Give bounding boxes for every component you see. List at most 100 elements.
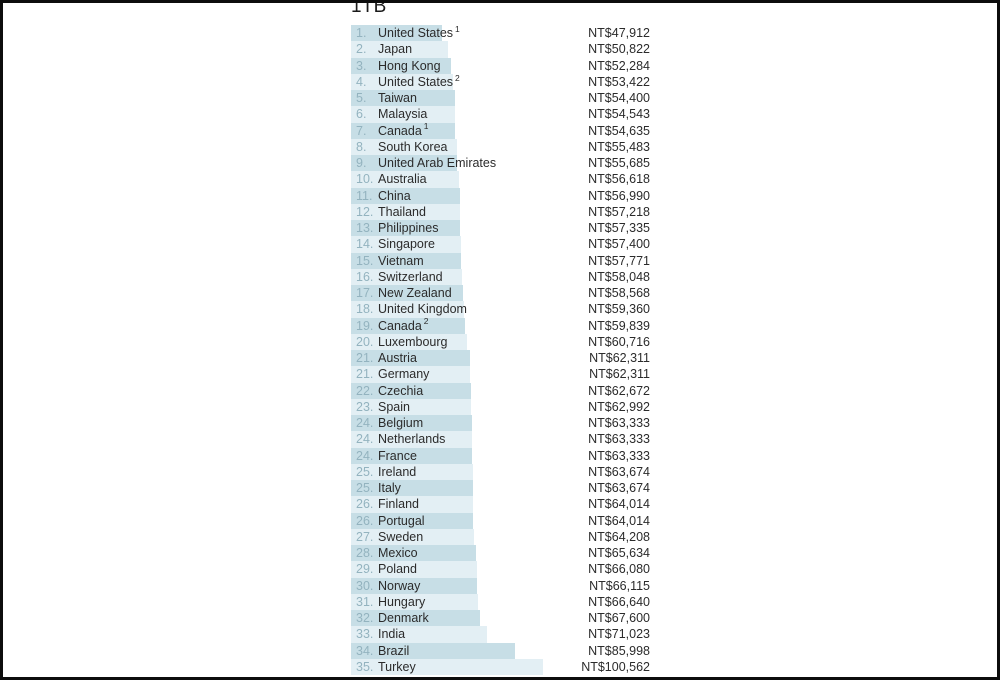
table-row: 26. Portugal NT$64,014 [0, 512, 1000, 529]
chart-title: 1TB [351, 0, 387, 17]
table-row: 10. Australia NT$56,618 [0, 171, 1000, 188]
country-label: Netherlands [378, 431, 445, 447]
country-label: Ireland [378, 464, 416, 480]
price-value: NT$58,568 [588, 286, 650, 300]
country-label: United Kingdom [378, 301, 467, 317]
price-value: NT$54,543 [588, 107, 650, 122]
table-row: 13. Philippines NT$57,335 [0, 220, 1000, 237]
country-name: China [378, 188, 411, 203]
table-row: 25. Italy NT$63,674 [0, 480, 1000, 497]
country-name: Switzerland [378, 269, 443, 284]
table-row: 7. Canada 1 NT$54,635 [0, 122, 1000, 139]
price-value: NT$62,672 [588, 383, 650, 398]
table-row: 22. Czechia NT$62,672 [0, 382, 1000, 399]
price-value: NT$64,014 [588, 513, 650, 528]
country-name: Germany [378, 367, 430, 382]
ranking-list: 1. United States 1 NT$47,912 2. Japan NT$50,82… [0, 25, 1000, 675]
country-name: Hungary [378, 594, 426, 609]
country-name: United Kingdom [378, 302, 467, 317]
country-label: United Arab Emirates [378, 155, 496, 171]
price-value: NT$50,822 [588, 42, 650, 57]
price-value: NT$58,048 [588, 269, 650, 284]
table-row: 29. Poland NT$66,080 [0, 561, 1000, 578]
country-name: Turkey [378, 659, 416, 674]
country-label: Vietnam [378, 253, 424, 269]
price-value: NT$65,634 [588, 546, 650, 560]
price-value: NT$67,600 [588, 611, 650, 625]
country-label: Germany [378, 366, 429, 382]
table-row: 11. China NT$56,990 [0, 187, 1000, 204]
country-name: Denmark [378, 611, 429, 625]
table-row: 21. Germany NT$62,311 [0, 366, 1000, 383]
country-label: Mexico [378, 545, 418, 561]
country-label: Denmark [378, 610, 429, 626]
table-row: 21. Austria NT$62,311 [0, 350, 1000, 367]
price-value: NT$66,080 [588, 562, 650, 577]
country-name: Austria [378, 351, 417, 365]
table-row: 6. Malaysia NT$54,543 [0, 106, 1000, 123]
table-row: 23. Spain NT$62,992 [0, 398, 1000, 415]
country-name: Vietnam [378, 253, 424, 268]
country-name: Italy [378, 481, 401, 495]
price-value: NT$59,839 [588, 318, 650, 333]
price-value: NT$57,771 [588, 253, 650, 268]
price-value: NT$55,685 [588, 156, 650, 170]
table-row: 24. Belgium NT$63,333 [0, 415, 1000, 432]
country-name: Spain [378, 399, 410, 414]
table-row: 8. South Korea NT$55,483 [0, 138, 1000, 155]
table-row: 9. United Arab Emirates NT$55,685 [0, 155, 1000, 172]
country-name: New Zealand [378, 286, 452, 300]
table-row: 2. Japan NT$50,822 [0, 41, 1000, 58]
country-name: United Arab Emirates [378, 156, 497, 170]
country-label: Italy [378, 480, 401, 496]
country-name: Singapore [378, 237, 435, 252]
table-row: 4. United States 2 NT$53,422 [0, 73, 1000, 90]
country-label: Malaysia [378, 106, 427, 122]
price-value: NT$100,562 [581, 659, 650, 674]
price-value: NT$53,422 [588, 74, 650, 89]
country-label: Spain [378, 399, 410, 415]
country-label: Turkey [378, 659, 416, 675]
price-value: NT$47,912 [588, 26, 650, 40]
price-value: NT$62,992 [588, 399, 650, 414]
table-row: 12. Thailand NT$57,218 [0, 203, 1000, 220]
country-name: Netherlands [378, 432, 446, 447]
country-label: Austria [378, 350, 417, 366]
price-value: NT$56,990 [588, 188, 650, 203]
country-name: Poland [378, 562, 417, 577]
country-label: Brazil [378, 643, 409, 659]
country-label: China [378, 188, 411, 204]
country-name: United States [378, 26, 454, 40]
table-row: 3. Hong Kong NT$52,284 [0, 57, 1000, 74]
price-value: NT$52,284 [588, 58, 650, 73]
country-label: Australia [378, 171, 427, 187]
country-label: Canada 1 [378, 122, 429, 139]
price-value: NT$66,115 [589, 578, 650, 593]
country-label: Finland [378, 496, 419, 512]
country-name: South Korea [378, 139, 448, 154]
table-row: 20. Luxembourg NT$60,716 [0, 333, 1000, 350]
country-label: Sweden [378, 529, 423, 545]
table-row: 32. Denmark NT$67,600 [0, 610, 1000, 627]
price-value: NT$55,483 [588, 139, 650, 154]
price-value: NT$54,400 [588, 91, 650, 105]
price-value: NT$59,360 [588, 302, 650, 317]
country-label: Belgium [378, 415, 423, 431]
table-row: 5. Taiwan NT$54,400 [0, 90, 1000, 107]
price-value: NT$57,400 [588, 237, 650, 252]
chart-canvas: 1TB 1. United States 1 NT$47,912 2. Japan NT$5… [0, 0, 1000, 680]
country-label: Thailand [378, 204, 426, 220]
table-row: 15. Vietnam NT$57,771 [0, 252, 1000, 269]
table-row: 17. New Zealand NT$58,568 [0, 285, 1000, 302]
table-row: 31. Hungary NT$66,640 [0, 593, 1000, 610]
table-row: 24. France NT$63,333 [0, 447, 1000, 464]
country-label: Taiwan [378, 90, 417, 106]
price-value: NT$64,208 [588, 529, 650, 544]
country-name: Czechia [378, 383, 424, 398]
country-name: France [378, 448, 417, 463]
table-row: 26. Finland NT$64,014 [0, 496, 1000, 513]
table-row: 19. Canada 2 NT$59,839 [0, 317, 1000, 334]
country-name: United States [378, 74, 454, 89]
country-label: Hong Kong [378, 58, 441, 74]
country-name: Philippines [378, 221, 439, 235]
